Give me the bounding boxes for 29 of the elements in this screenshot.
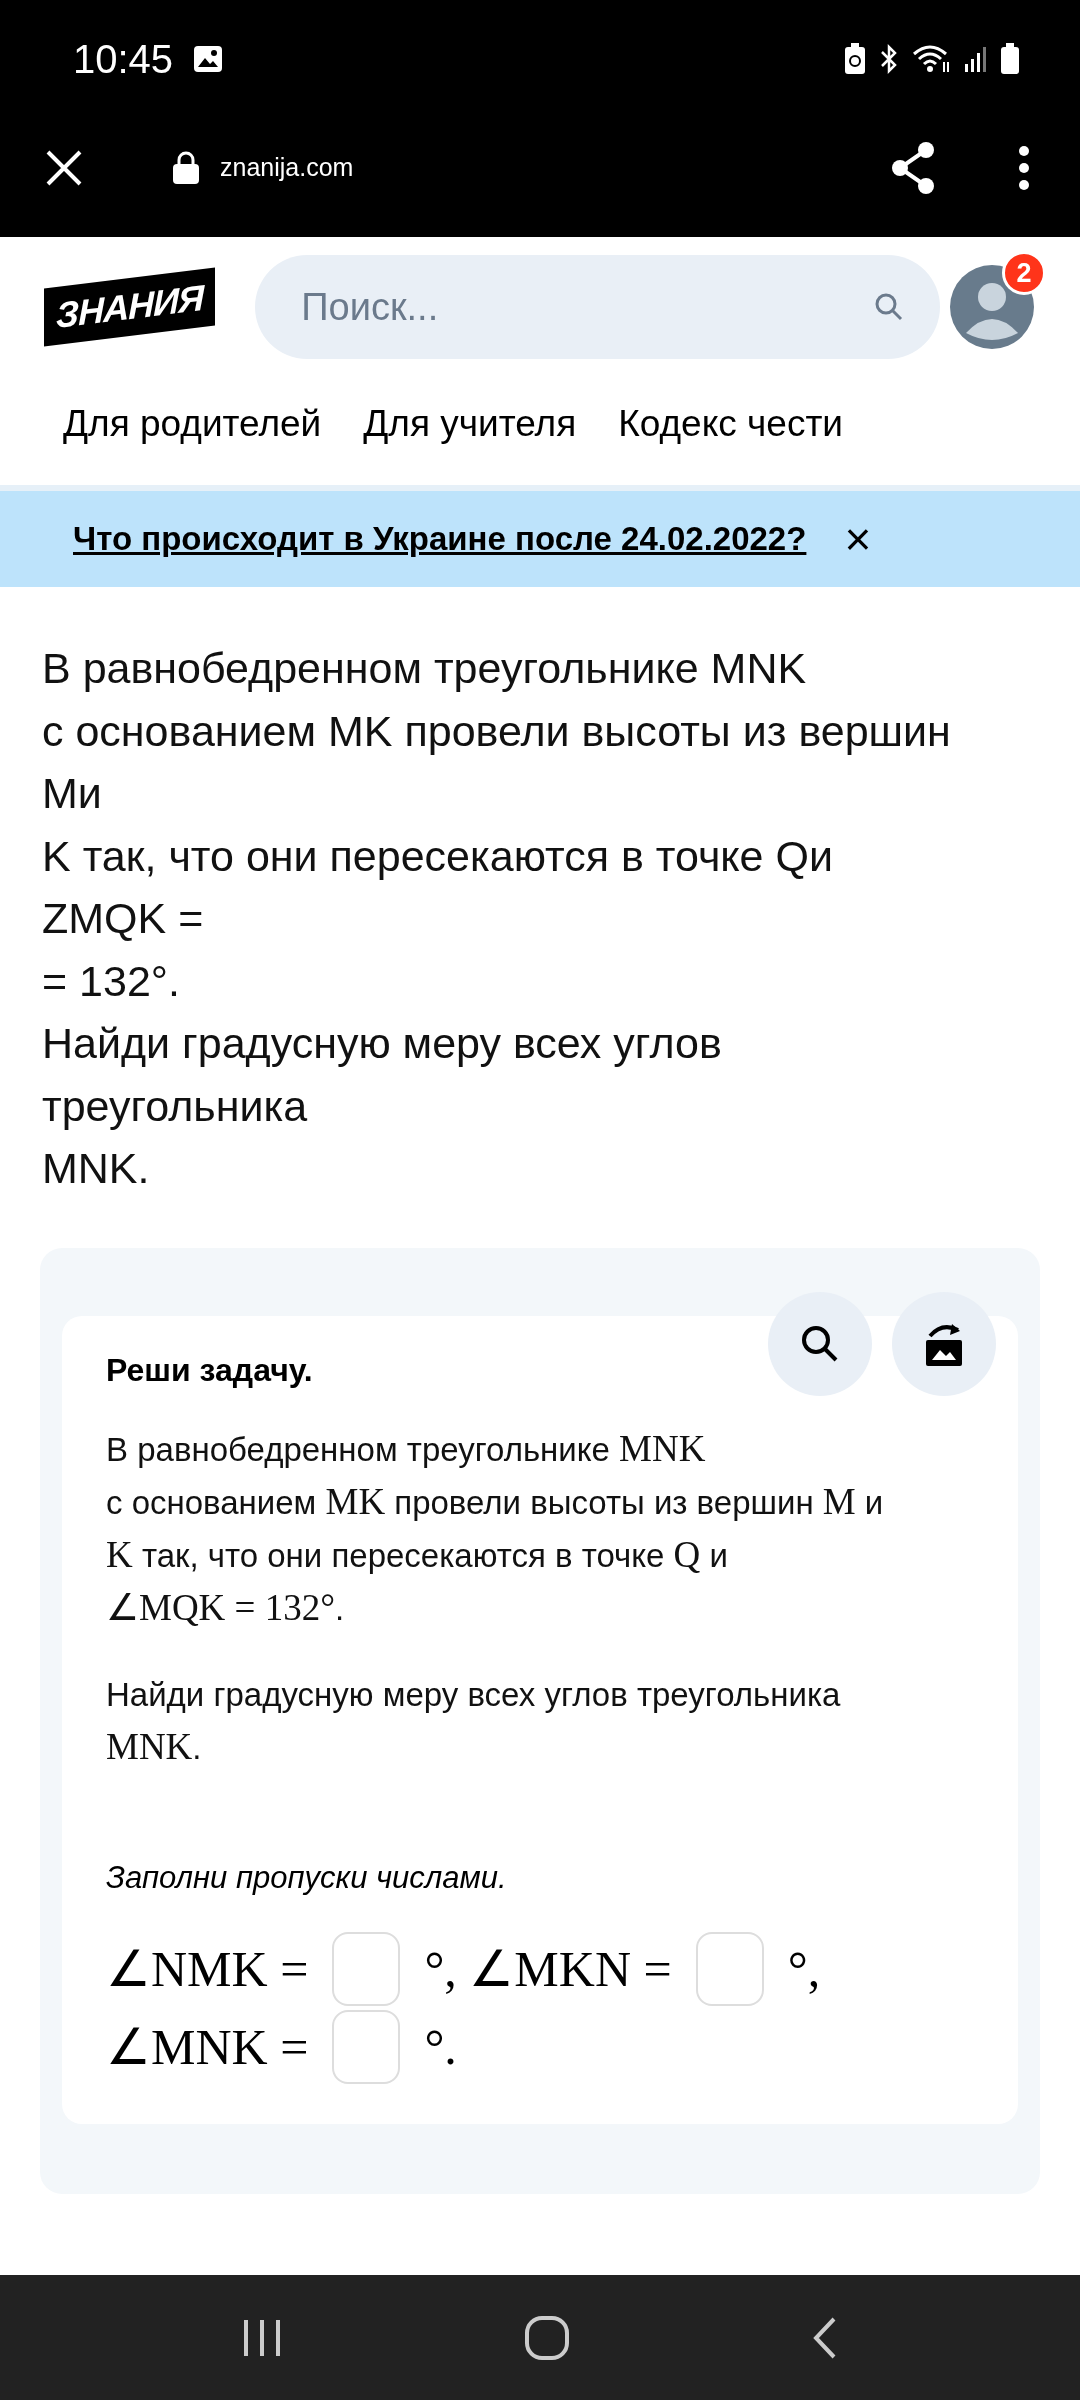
math-text: °. [424, 2017, 457, 2076]
math-text: °, [787, 1939, 821, 1998]
nav-link[interactable]: Для родителей [63, 403, 322, 471]
signal-icon [964, 44, 988, 74]
instruction-text: Заполни пропуски числами. [106, 1859, 508, 1896]
search-icon[interactable] [874, 292, 904, 322]
home-icon[interactable] [523, 2313, 571, 2362]
battery-icon [1000, 43, 1020, 75]
notification-badge: 2 [1002, 251, 1046, 295]
site-logo[interactable]: ЗНАНИЯ [44, 267, 216, 347]
math-text: ∠MNK = [106, 2017, 309, 2076]
lock-icon [172, 150, 200, 185]
close-button[interactable]: × [844, 512, 872, 566]
wifi-icon [912, 44, 952, 74]
nav-link[interactable]: Для учителя [363, 403, 577, 471]
math-text: °, ∠MKN = [424, 1939, 672, 1998]
url-text[interactable]: znanija.com [220, 153, 354, 182]
task-title: Реши задачу. [106, 1351, 313, 1389]
task-paragraph: В равнобедренном треугольнике MNK с основанием MK провели высоты из вершин M и K так, что они пересекаются в точке Q и ∠MQK = 132°. [106, 1426, 885, 1630]
search-field[interactable]: Поиск... [255, 255, 940, 359]
battery-saver-icon [844, 43, 866, 75]
more-icon[interactable] [1018, 144, 1030, 191]
status-time: 10:45 [73, 36, 174, 82]
question-text: В равнобедренном треугольнике MNK с основанием MK провели высоты из вершин Mи K так, что они пересекаются в точке Qи ZMQK = = 132°. Найди градусную меру всех углов треугольника MNK. [42, 643, 952, 1194]
gallery-icon [193, 45, 224, 73]
banner-link[interactable]: Что происходит в Украине после 24.02.2022? [73, 520, 807, 558]
task-paragraph: Найди градусную меру всех углов треугольника MNK. [106, 1674, 842, 1769]
nav-link[interactable]: Кодекс чести [618, 403, 844, 471]
math-text: ∠NMK = [106, 1939, 309, 1998]
